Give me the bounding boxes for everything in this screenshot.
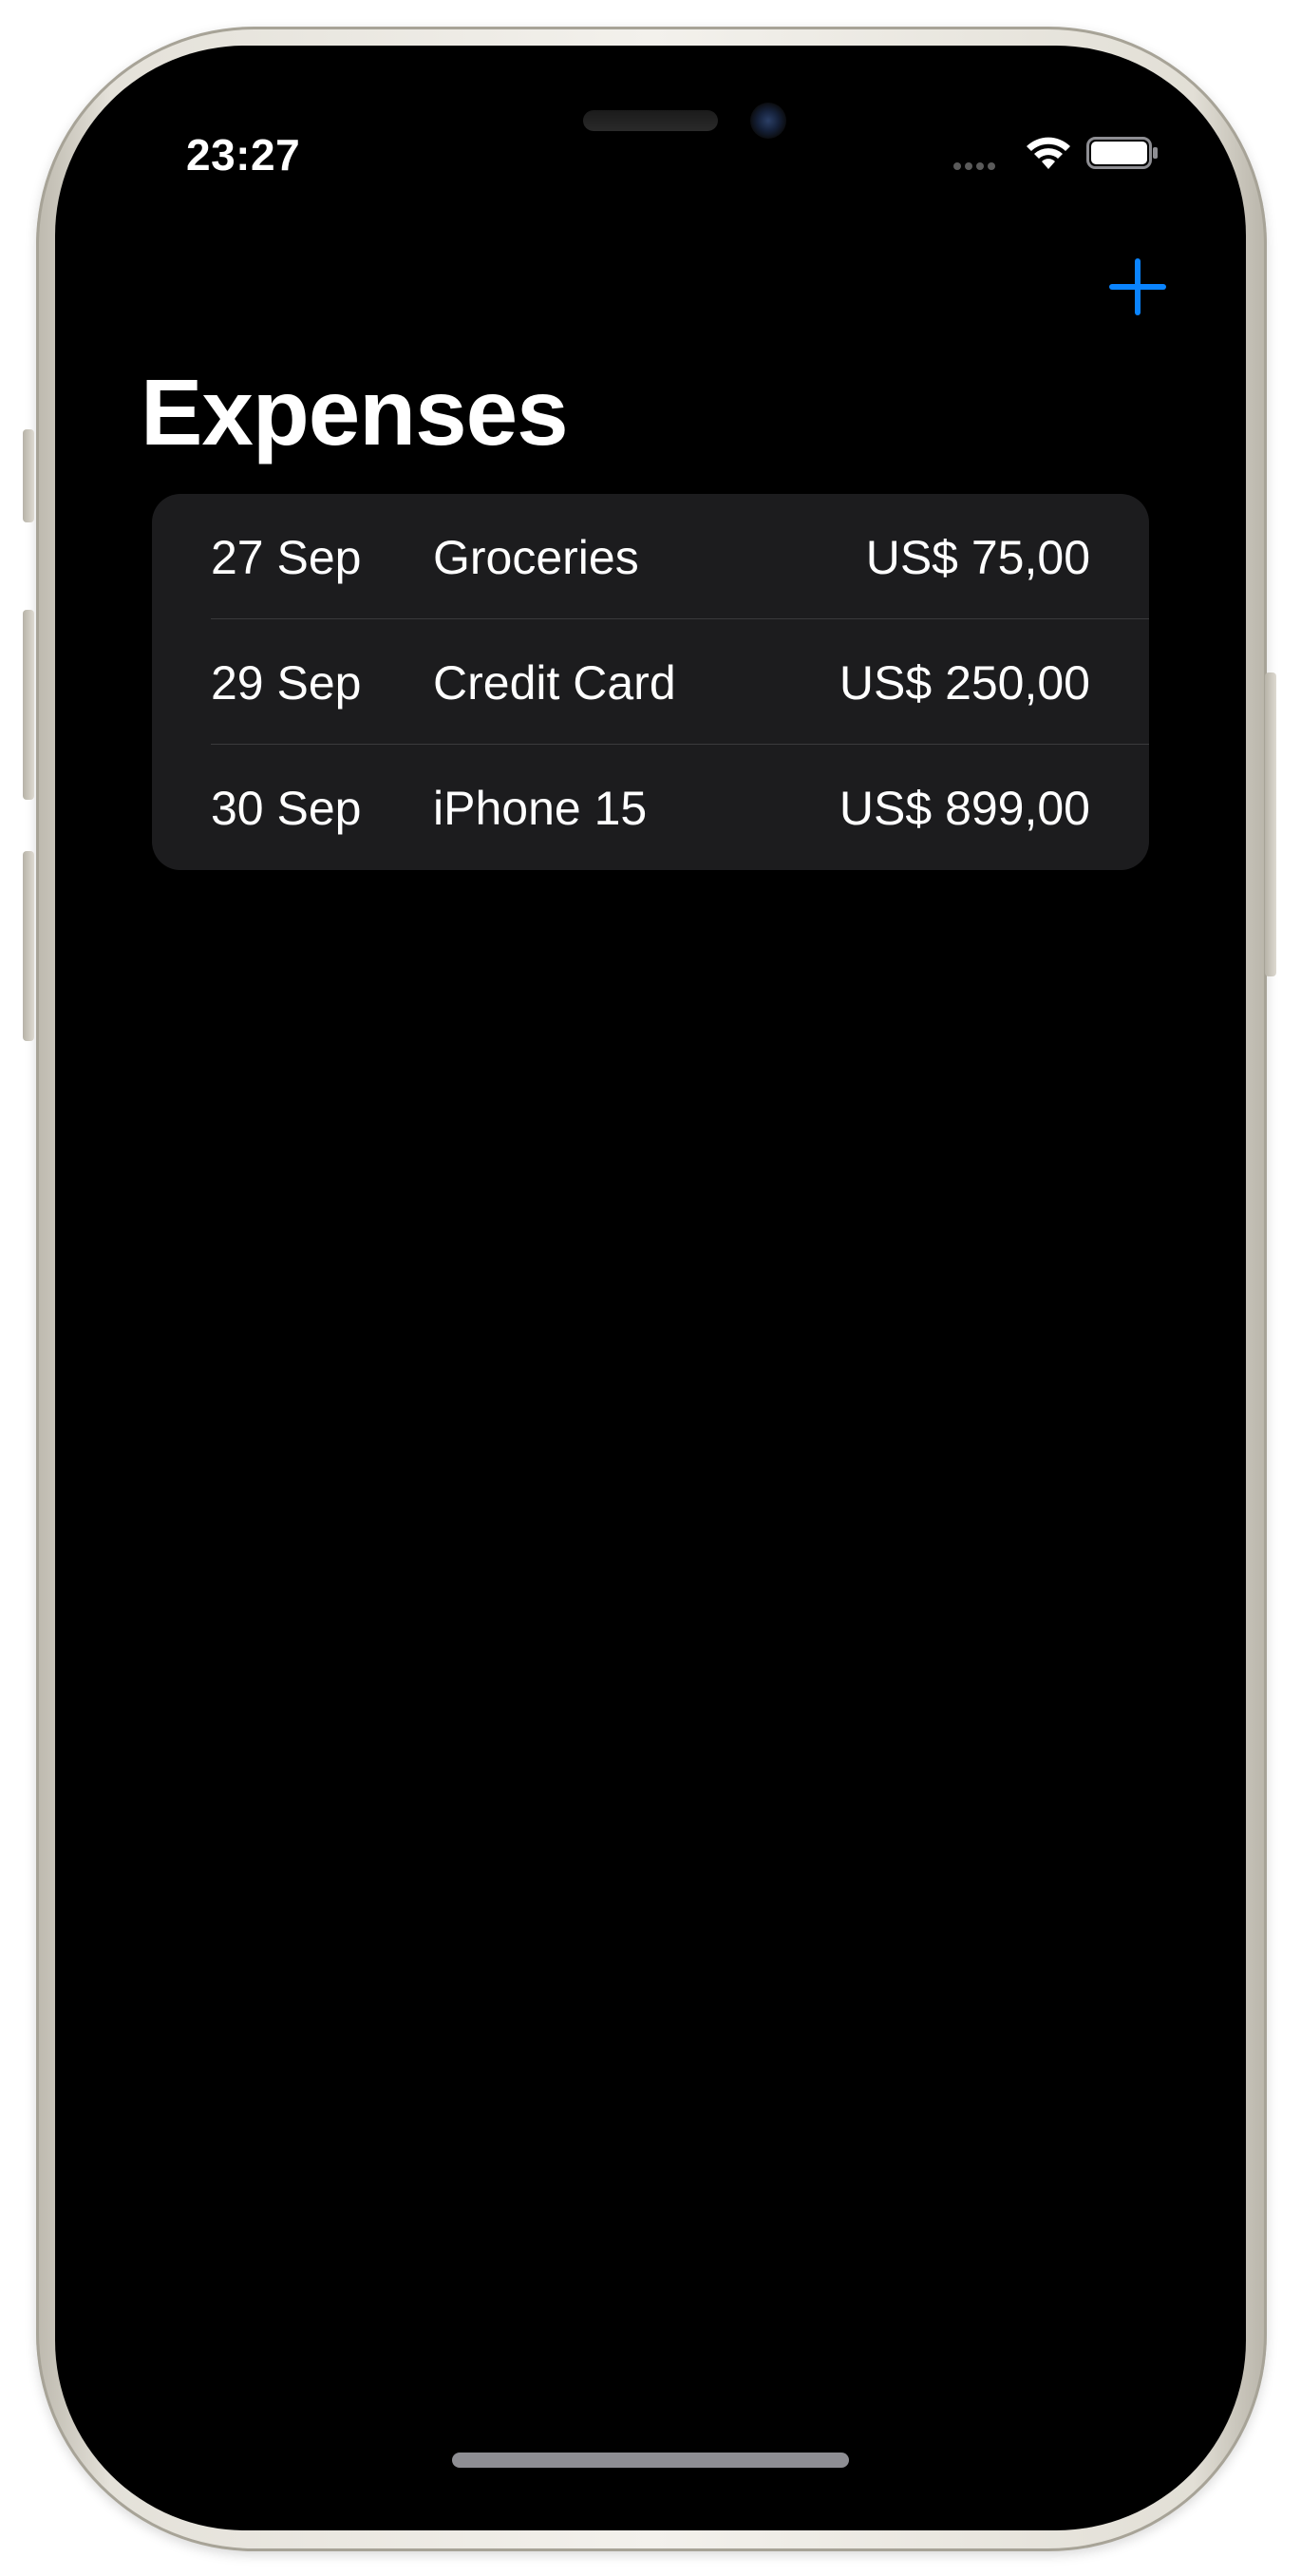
expense-row[interactable]: 27 Sep Groceries US$ 75,00 — [152, 494, 1149, 619]
expense-amount: US$ 75,00 — [865, 531, 1090, 584]
expense-row[interactable]: 30 Sep iPhone 15 US$ 899,00 — [152, 745, 1149, 870]
front-camera — [750, 103, 786, 139]
expense-list: 27 Sep Groceries US$ 75,00 29 Sep Credit… — [152, 494, 1149, 870]
power-button — [1265, 672, 1276, 976]
expense-description: iPhone 15 — [433, 782, 648, 835]
status-time: 23:27 — [186, 130, 301, 180]
expense-date: 29 Sep — [211, 656, 362, 710]
wifi-icon — [1027, 137, 1070, 169]
battery-icon — [1086, 137, 1158, 169]
expense-amount: US$ 899,00 — [839, 782, 1090, 835]
status-icons — [953, 133, 1162, 180]
action-button — [23, 429, 34, 522]
volume-up-button — [23, 610, 34, 800]
page-title: Expenses — [141, 360, 569, 464]
expense-amount: US$ 250,00 — [839, 656, 1090, 710]
expense-description: Groceries — [433, 531, 639, 584]
cellular-signal-icon — [953, 158, 1005, 170]
plus-icon — [1109, 258, 1166, 315]
expense-date: 27 Sep — [211, 531, 362, 584]
screen: 23:27 Expenses 27 Sep Groceries US$ 75,0… — [55, 46, 1246, 2530]
volume-down-button — [23, 851, 34, 1041]
expense-row[interactable]: 29 Sep Credit Card US$ 250,00 — [152, 619, 1149, 745]
earpiece-speaker — [583, 110, 718, 131]
expense-date: 30 Sep — [211, 782, 362, 835]
home-indicator[interactable] — [452, 2453, 849, 2468]
add-expense-button[interactable] — [1100, 249, 1176, 325]
expense-description: Credit Card — [433, 656, 676, 710]
